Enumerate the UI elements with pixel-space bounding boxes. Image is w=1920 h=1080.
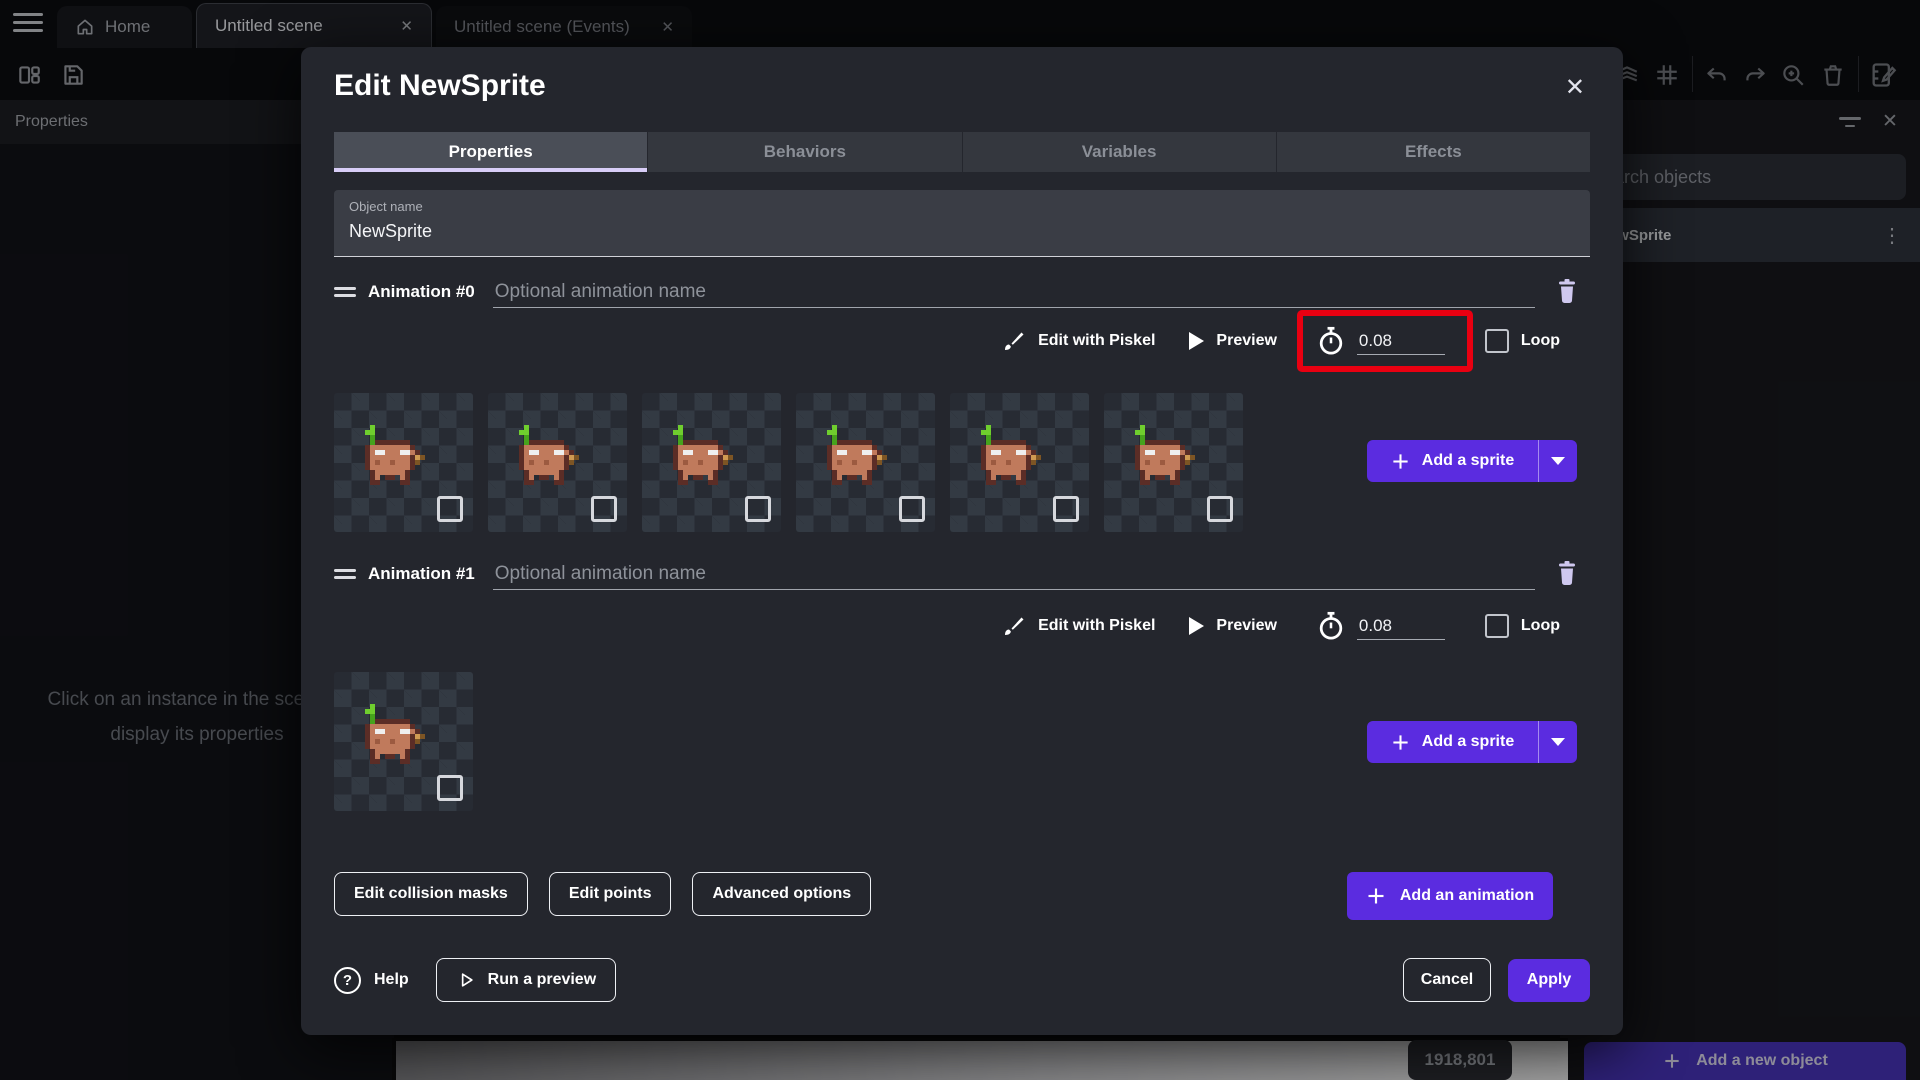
add-sprite-button[interactable]: Add a sprite: [1367, 440, 1577, 482]
sprite-thumbnail-image: [981, 425, 1041, 485]
animation-0-controls: Edit with Piskel Preview Loop: [334, 310, 1560, 372]
plus-icon: [1393, 734, 1408, 750]
sprite-frame-tile[interactable]: [950, 393, 1089, 532]
advanced-options-button[interactable]: Advanced options: [692, 872, 872, 916]
frame-select-checkbox[interactable]: [437, 775, 463, 801]
edit-points-button[interactable]: Edit points: [548, 872, 672, 916]
frame-select-checkbox[interactable]: [899, 496, 925, 522]
animation-0-frames: [334, 393, 1243, 532]
tab-effects[interactable]: Effects: [1276, 132, 1590, 172]
brush-icon: [1005, 332, 1024, 350]
animation-1-controls: Edit with Piskel Preview Loop: [334, 604, 1560, 648]
frame-select-checkbox[interactable]: [1053, 496, 1079, 522]
edit-with-piskel-label: Edit with Piskel: [1038, 617, 1156, 634]
sprite-thumbnail-image: [673, 425, 733, 485]
dialog-footer: ? Help Run a preview Cancel Apply: [334, 958, 1590, 1002]
tab-variables[interactable]: Variables: [962, 132, 1277, 172]
sprite-frame-tile[interactable]: [1104, 393, 1243, 532]
delete-animation-button[interactable]: [1553, 559, 1581, 589]
play-outline-icon: [461, 973, 473, 987]
sprite-thumbnail-image: [827, 425, 887, 485]
loop-checkbox[interactable]: [1484, 614, 1509, 638]
brush-icon: [1005, 617, 1024, 635]
plus-icon: [1368, 888, 1384, 904]
add-animation-button[interactable]: Add an animation: [1347, 872, 1553, 920]
trash-icon: [1559, 279, 1575, 303]
apply-button[interactable]: Apply: [1508, 958, 1590, 1002]
loop-label: Loop: [1520, 617, 1560, 634]
preview-button[interactable]: Preview: [1189, 332, 1277, 350]
play-icon: [1189, 617, 1205, 635]
run-preview-button[interactable]: Run a preview: [435, 958, 617, 1002]
loop-toggle[interactable]: Loop: [1484, 614, 1560, 638]
time-between-frames-group: [1296, 310, 1473, 372]
object-name-field[interactable]: Object name NewSprite: [334, 190, 1590, 257]
add-sprite-dropdown[interactable]: [1539, 440, 1577, 482]
play-icon: [1189, 332, 1205, 350]
delete-animation-button[interactable]: [1553, 277, 1581, 307]
sprite-frame-tile[interactable]: [334, 672, 473, 811]
frame-select-checkbox[interactable]: [1207, 496, 1233, 522]
animation-1-header: Animation #1: [334, 557, 1581, 591]
sprite-frame-tile[interactable]: [334, 393, 473, 532]
dialog-secondary-actions: Edit collision masks Edit points Advance…: [334, 872, 1590, 920]
chevron-down-icon: [1551, 738, 1565, 746]
chevron-down-icon: [1551, 457, 1565, 465]
tab-properties[interactable]: Properties: [334, 132, 649, 172]
preview-label: Preview: [1216, 617, 1277, 634]
help-button[interactable]: ? Help: [334, 966, 409, 994]
time-between-frames-input[interactable]: [1356, 327, 1445, 355]
sprite-frame-tile[interactable]: [488, 393, 627, 532]
add-animation-label: Add an animation: [1399, 887, 1535, 904]
sprite-thumbnail-image: [365, 704, 425, 764]
dialog-tab-bar: Properties Behaviors Variables Effects: [334, 132, 1590, 172]
add-sprite-dropdown[interactable]: [1539, 721, 1577, 763]
loop-checkbox[interactable]: [1484, 329, 1509, 353]
animation-label: Animation #1: [368, 564, 475, 583]
frame-select-checkbox[interactable]: [591, 496, 617, 522]
cancel-button[interactable]: Cancel: [1403, 958, 1491, 1002]
sprite-thumbnail-image: [365, 425, 425, 485]
stopwatch-icon: [1319, 611, 1343, 640]
help-label: Help: [374, 971, 409, 988]
object-name-field-label: Object name: [349, 199, 423, 214]
edit-with-piskel-button[interactable]: Edit with Piskel: [1002, 329, 1155, 353]
sprite-thumbnail-image: [1135, 425, 1195, 485]
animation-1-frames: [334, 672, 473, 811]
animation-label: Animation #0: [368, 282, 475, 301]
dialog-close-icon[interactable]: ✕: [1565, 73, 1585, 102]
sprite-frame-tile[interactable]: [642, 393, 781, 532]
edit-collision-masks-button[interactable]: Edit collision masks: [334, 872, 528, 916]
animation-name-input[interactable]: [492, 558, 1535, 590]
time-between-frames-group: [1311, 611, 1451, 641]
object-name-field-value: NewSprite: [349, 221, 433, 241]
loop-label: Loop: [1520, 332, 1560, 349]
add-sprite-label: Add a sprite: [1421, 452, 1515, 469]
help-icon: ?: [334, 966, 361, 994]
add-sprite-button[interactable]: Add a sprite: [1367, 721, 1577, 763]
trash-icon: [1559, 561, 1575, 585]
animation-0-header: Animation #0: [334, 275, 1581, 309]
edit-with-piskel-label: Edit with Piskel: [1038, 332, 1156, 349]
edit-with-piskel-button[interactable]: Edit with Piskel: [1002, 614, 1155, 638]
drag-handle-icon[interactable]: [334, 565, 356, 583]
frame-select-checkbox[interactable]: [437, 496, 463, 522]
preview-label: Preview: [1216, 332, 1277, 349]
tab-behaviors[interactable]: Behaviors: [648, 132, 963, 172]
sprite-thumbnail-image: [519, 425, 579, 485]
stopwatch-icon: [1319, 326, 1343, 355]
drag-handle-icon[interactable]: [334, 283, 356, 301]
time-between-frames-input[interactable]: [1356, 612, 1445, 640]
plus-icon: [1393, 453, 1408, 469]
frame-select-checkbox[interactable]: [745, 496, 771, 522]
loop-toggle[interactable]: Loop: [1484, 329, 1560, 353]
preview-button[interactable]: Preview: [1189, 617, 1277, 635]
sprite-frame-tile[interactable]: [796, 393, 935, 532]
dialog-title: Edit NewSprite: [334, 69, 546, 102]
edit-sprite-dialog: Edit NewSprite ✕ Properties Behaviors Va…: [301, 47, 1623, 1035]
add-sprite-label: Add a sprite: [1421, 733, 1515, 750]
animation-name-input[interactable]: [492, 276, 1535, 308]
run-preview-label: Run a preview: [487, 971, 597, 988]
